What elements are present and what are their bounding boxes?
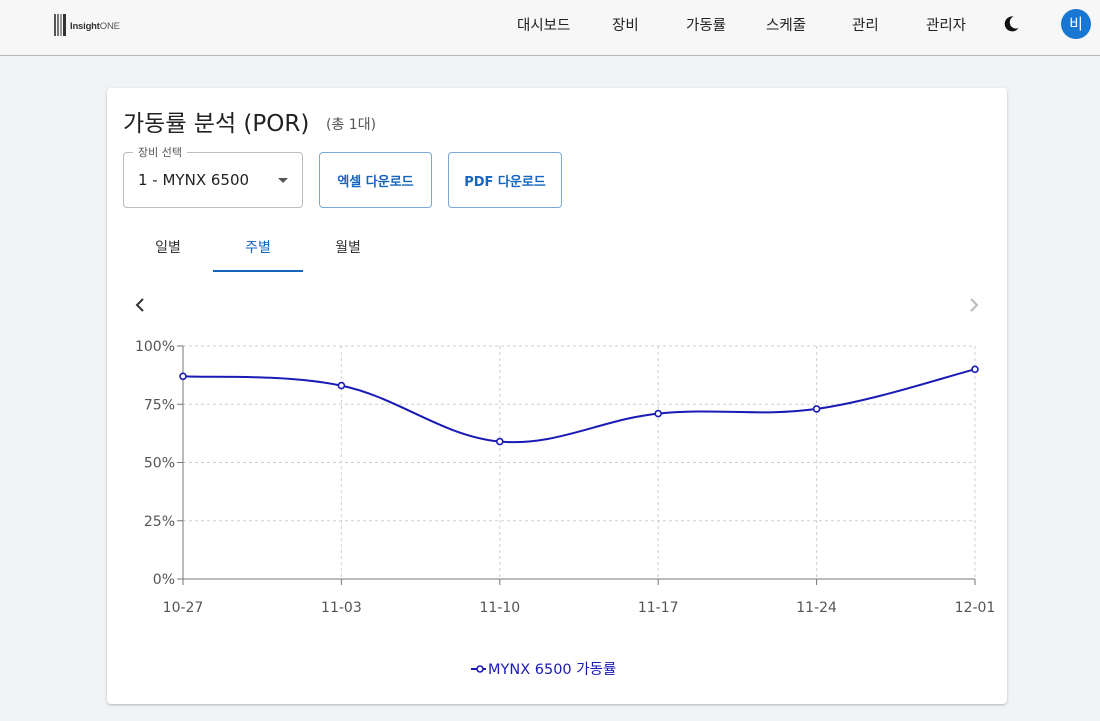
nav-management[interactable]: 관리 bbox=[852, 15, 879, 37]
avatar[interactable]: 비 bbox=[1061, 9, 1091, 39]
data-point bbox=[654, 409, 663, 418]
logo-text: InsightONE bbox=[70, 20, 120, 32]
x-tick-label: 11-17 bbox=[638, 600, 679, 616]
series-line bbox=[182, 368, 976, 444]
data-point bbox=[179, 372, 187, 381]
x-tick-label: 12-01 bbox=[955, 600, 996, 616]
y-tick-label: 0% bbox=[153, 572, 175, 588]
y-tick-label: 75% bbox=[144, 397, 175, 413]
legend-marker bbox=[476, 665, 484, 673]
y-tick-label: 50% bbox=[144, 456, 175, 472]
nav-admin[interactable]: 관리자 bbox=[926, 15, 966, 37]
y-tick-label: 25% bbox=[144, 514, 175, 530]
utilization-card: 가동률 분석 (POR) (총 1대) 장비 선택 1 - MYNX 6500 … bbox=[107, 88, 1007, 704]
data-point bbox=[495, 437, 504, 446]
nav-utilization[interactable]: 가동률 bbox=[686, 15, 726, 37]
nav-equipment[interactable]: 장비 bbox=[612, 15, 639, 37]
data-point bbox=[971, 365, 979, 374]
nav-dashboard[interactable]: 대시보드 bbox=[517, 15, 570, 37]
x-tick-label: 10-27 bbox=[163, 600, 204, 616]
x-tick-label: 11-24 bbox=[796, 600, 837, 616]
data-point bbox=[337, 381, 346, 390]
logo-mark-icon bbox=[54, 14, 66, 36]
y-tick-label: 100% bbox=[135, 339, 175, 355]
app-bar: InsightONE 대시보드 장비 가동률 스케줄 관리 관리자 비 bbox=[0, 0, 1100, 56]
x-tick-label: 11-10 bbox=[479, 600, 520, 616]
nav-schedule[interactable]: 스케줄 bbox=[766, 15, 806, 37]
data-point bbox=[812, 405, 821, 413]
app-logo[interactable]: InsightONE bbox=[52, 12, 120, 38]
x-tick-label: 11-03 bbox=[321, 600, 362, 616]
moon-icon[interactable] bbox=[1000, 13, 1022, 35]
utilization-chart: 0% 25% 50% 75% 100% 10-27 11-03 11-10 11-17 11-24… bbox=[135, 339, 996, 678]
legend-label: MYNX 6500 가동률 bbox=[488, 661, 616, 678]
